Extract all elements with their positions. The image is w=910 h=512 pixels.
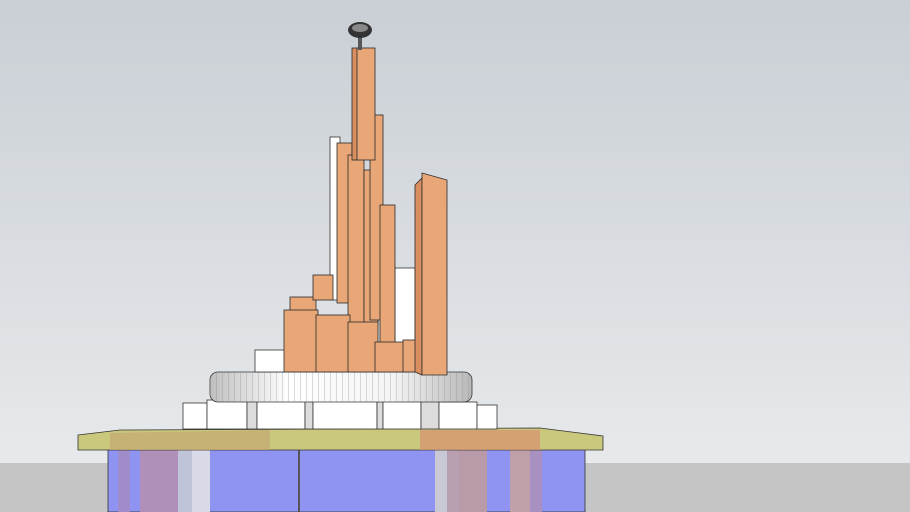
drum xyxy=(209,371,473,403)
3d-model-viewport[interactable] xyxy=(0,0,910,512)
white-blocks xyxy=(182,397,498,430)
slab xyxy=(77,427,604,451)
blue-base xyxy=(107,447,586,512)
